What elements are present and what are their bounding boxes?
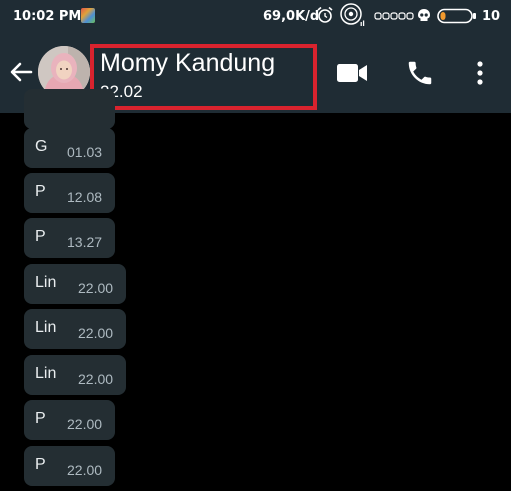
message-bubble[interactable]: Lin 22.00 <box>24 264 126 304</box>
message-text: G <box>35 138 48 155</box>
network-speed: 69,0K/d <box>263 9 320 24</box>
skull-icon <box>417 8 431 27</box>
message-text: P <box>35 456 46 473</box>
message-time: 22.00 <box>67 462 103 478</box>
message-bubble[interactable]: Lin 22.00 <box>24 355 126 395</box>
message-time: 22.00 <box>78 280 114 296</box>
status-time: 10:02 PM <box>13 9 82 24</box>
message-bubble[interactable]: Lin 22.00 <box>24 309 126 349</box>
back-arrow-icon[interactable] <box>8 59 34 90</box>
battery-level: 10 <box>482 9 501 24</box>
signal-icon <box>374 10 414 25</box>
alarm-icon <box>316 6 334 28</box>
svg-text:ıl: ıl <box>360 20 365 28</box>
message-time: 01.03 <box>67 144 103 160</box>
more-options-icon[interactable] <box>476 60 484 91</box>
message-list[interactable]: G 01.03 P 12.08 P 13.27 Lin 22.00 Lin 22… <box>0 89 511 491</box>
message-bubble[interactable]: G 01.03 <box>24 128 115 168</box>
status-bar: 10:02 PM 69,0K/d ıl 10 <box>0 0 511 33</box>
message-time: 22.00 <box>78 325 114 341</box>
phone-call-icon[interactable] <box>405 58 435 93</box>
message-text: Lin <box>35 365 57 382</box>
message-text: P <box>35 183 46 200</box>
video-call-icon[interactable] <box>336 62 368 89</box>
message-text: Lin <box>35 274 57 291</box>
disc-icon: ıl <box>339 2 367 32</box>
message-text: P <box>35 410 46 427</box>
message-bubble[interactable]: P 13.27 <box>24 218 115 258</box>
message-bubble[interactable]: P 22.00 <box>24 400 115 440</box>
app-icon <box>81 8 95 23</box>
message-bubble[interactable] <box>24 89 115 129</box>
message-text: P <box>35 228 46 245</box>
message-time: 22.00 <box>78 371 114 387</box>
battery-icon <box>437 8 477 28</box>
contact-title-highlight[interactable]: Momy Kandung 22.02 <box>90 44 317 110</box>
message-bubble[interactable]: P 22.00 <box>24 446 115 486</box>
message-bubble[interactable]: P 12.08 <box>24 173 115 213</box>
contact-name: Momy Kandung <box>100 49 276 77</box>
message-text: Lin <box>35 319 57 336</box>
message-time: 13.27 <box>67 234 103 250</box>
message-time: 12.08 <box>67 189 103 205</box>
message-time: 22.00 <box>67 416 103 432</box>
